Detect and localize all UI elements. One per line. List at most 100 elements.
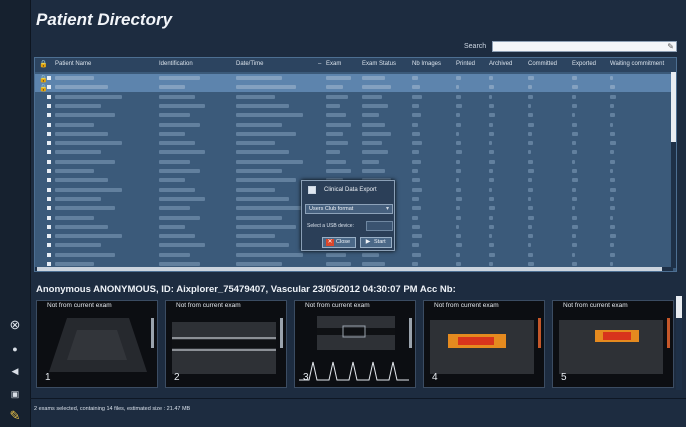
table-row[interactable] [35, 121, 671, 130]
col-archived[interactable]: Archived [489, 61, 512, 67]
col-exported[interactable]: Exported [572, 61, 596, 67]
table-cell [528, 159, 533, 164]
probe-icon[interactable]: ● [6, 340, 24, 358]
table-cell [412, 141, 422, 146]
table-cell [159, 215, 200, 220]
table-cell [236, 169, 282, 173]
table-cell [236, 252, 303, 257]
table-row[interactable] [35, 130, 671, 139]
table-vertical-scroll-thumb[interactable] [671, 72, 676, 142]
table-cell [55, 178, 108, 183]
table-row[interactable] [35, 111, 671, 120]
table-cell [489, 215, 493, 220]
export-format-select[interactable]: Users Club format ▾ [305, 204, 393, 214]
table-cell [412, 215, 418, 220]
table-cell [362, 141, 382, 146]
table-cell [236, 234, 275, 239]
search-input[interactable]: ✎ [492, 41, 677, 52]
table-row[interactable]: 🔒 [35, 74, 671, 83]
table-cell [456, 122, 462, 127]
col-identification[interactable]: Identification [159, 61, 193, 67]
brush-icon[interactable]: ✎ [6, 407, 24, 425]
table-cell [412, 243, 419, 248]
col-datetime[interactable]: Date/Time [236, 61, 263, 67]
table-cell [159, 262, 200, 266]
export-format-value: Users Club format [309, 206, 354, 212]
table-row[interactable] [35, 148, 671, 157]
table-cell [610, 224, 615, 229]
clear-search-icon[interactable]: ✎ [667, 42, 674, 51]
row-marker [47, 131, 51, 136]
table-cell [528, 215, 534, 220]
col-nb-images[interactable]: Nb Images [412, 61, 441, 67]
table-cell [55, 187, 122, 192]
image-thumbnail[interactable]: Not from current exam 4 [423, 300, 545, 388]
table-cell [572, 94, 576, 99]
table-cell [572, 196, 578, 201]
image-thumbnail[interactable]: Not from current exam 2 [165, 300, 287, 388]
image-thumbnail[interactable]: Not from current exam 5 [552, 300, 674, 388]
table-cell [236, 113, 303, 118]
divider [30, 398, 686, 399]
table-cell [362, 262, 385, 266]
thumbnail-scroll-thumb[interactable] [676, 296, 682, 318]
table-cell [489, 85, 495, 90]
table-cell [572, 224, 578, 229]
table-cell [489, 234, 493, 239]
table-cell [528, 94, 534, 99]
table-cell [456, 150, 462, 155]
table-cell [55, 169, 94, 173]
table-cell [572, 103, 578, 108]
col-waiting-commitment[interactable]: Waiting commitment [610, 61, 664, 67]
table-horizontal-scroll-thumb[interactable] [37, 267, 662, 271]
col-exam-status[interactable]: Exam Status [362, 61, 396, 67]
table-cell [326, 85, 343, 90]
table-cell [412, 234, 422, 239]
close-circle-icon[interactable]: ⊗ [6, 316, 24, 334]
table-cell [610, 262, 614, 266]
table-row[interactable] [35, 158, 671, 167]
thumbnail-number: 2 [174, 372, 180, 383]
table-cell [528, 113, 533, 118]
col-patient-name[interactable]: Patient Name [55, 61, 91, 67]
row-marker [47, 113, 51, 118]
table-cell [362, 169, 385, 173]
thumbnail-scrollbar[interactable] [676, 296, 682, 390]
table-cell [55, 206, 115, 211]
table-cell [412, 262, 418, 266]
table-row[interactable] [35, 139, 671, 148]
usb-device-select[interactable] [366, 221, 393, 231]
table-cell [528, 131, 532, 136]
table-cell [456, 178, 460, 183]
table-cell [236, 141, 275, 146]
table-cell [55, 150, 101, 155]
camera-icon[interactable]: ▣ [6, 385, 24, 403]
start-button[interactable]: ▶ Start [360, 237, 392, 248]
table-cell [159, 103, 205, 108]
table-row[interactable] [35, 251, 671, 260]
col-committed[interactable]: Committed [528, 61, 557, 67]
table-cell [489, 196, 494, 201]
image-thumbnail[interactable]: Not from current exam 1 [36, 300, 158, 388]
table-cell [610, 122, 614, 127]
row-marker [47, 159, 51, 164]
lock-icon: 🔒 [39, 85, 48, 93]
table-row[interactable] [35, 93, 671, 102]
col-exam[interactable]: Exam [326, 61, 341, 67]
table-row[interactable] [35, 102, 671, 111]
table-cell [528, 206, 533, 211]
thumbnail-header: Not from current exam [434, 302, 499, 309]
table-cell [610, 159, 616, 164]
image-thumbnail[interactable]: Not from current exam 3 [294, 300, 416, 388]
col-printed[interactable]: Printed [456, 61, 475, 67]
table-cell [326, 141, 349, 146]
table-row[interactable]: 🔒 [35, 83, 671, 93]
speaker-icon[interactable]: ◀ [6, 362, 24, 380]
table-cell [159, 131, 186, 136]
close-button[interactable]: ✕ Close [322, 237, 356, 248]
table-cell [362, 252, 379, 257]
table-cell [236, 150, 289, 155]
table-row[interactable] [35, 167, 671, 176]
table-cell [236, 94, 275, 99]
table-cell [55, 113, 115, 118]
